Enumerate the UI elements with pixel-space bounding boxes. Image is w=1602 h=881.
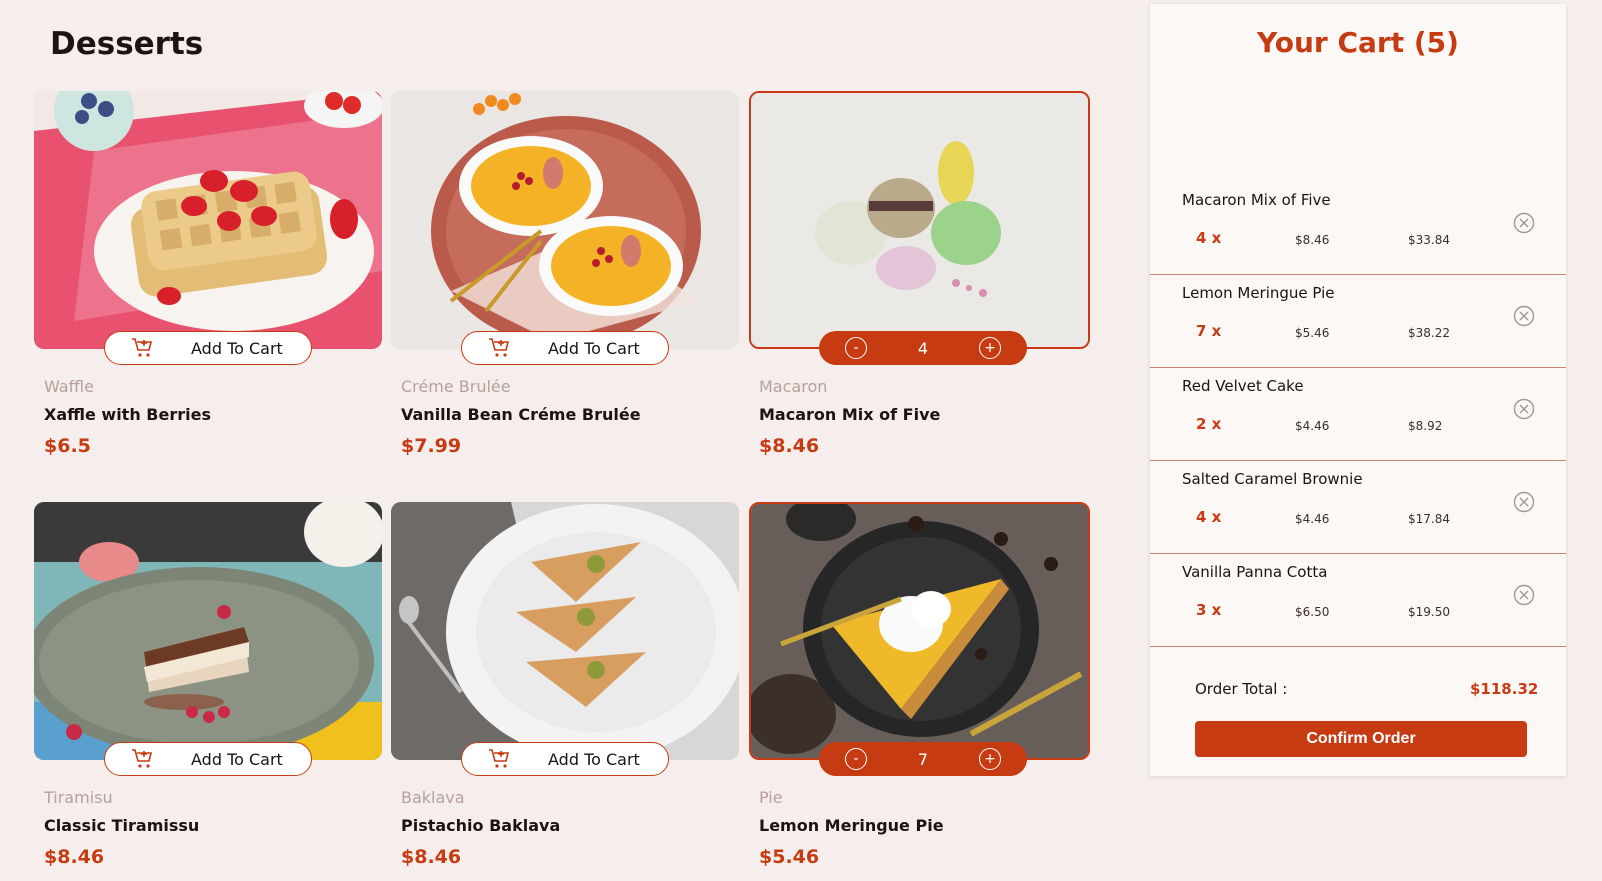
cart-item-qty: 4 x — [1196, 229, 1222, 247]
product-name: Lemon Meringue Pie — [759, 816, 944, 835]
cart-item: Vanilla Panna Cotta 3 x $6.50 $19.50 — [1150, 553, 1566, 647]
product-category: Macaron — [759, 377, 828, 396]
cart-item: Lemon Meringue Pie 7 x $5.46 $38.22 — [1150, 274, 1566, 368]
quantity-stepper: - 4 + — [819, 331, 1027, 365]
product-price: $8.46 — [44, 846, 105, 868]
order-total-label: Order Total : — [1195, 680, 1288, 698]
product-name: Classic Tiramissu — [44, 816, 200, 835]
add-to-cart-button[interactable]: Add To Cart — [104, 742, 312, 776]
quantity-value: 7 — [917, 749, 929, 769]
product-image-macaron — [749, 91, 1090, 349]
product-image-tiramisu — [34, 502, 382, 760]
cart-item-name: Macaron Mix of Five — [1182, 191, 1331, 209]
cart-item: Salted Caramel Brownie 4 x $4.46 $17.84 — [1150, 460, 1566, 554]
product-category: Pie — [759, 788, 783, 807]
cart-plus-icon — [131, 748, 155, 770]
cart-item-unit-price: $4.46 — [1295, 419, 1330, 433]
cart-item-total: $19.50 — [1408, 605, 1450, 619]
quantity-stepper: - 7 + — [819, 742, 1027, 776]
product-category: Baklava — [401, 788, 465, 807]
decrement-button[interactable]: - — [845, 337, 867, 359]
cart-item-total: $17.84 — [1408, 512, 1450, 526]
product-name: Pistachio Baklava — [401, 816, 561, 835]
product-card: - 4 + Macaron Macaron Mix of Five $8.46 — [749, 91, 1090, 457]
cart-item: Red Velvet Cake 2 x $4.46 $8.92 — [1150, 367, 1566, 461]
confirm-order-button[interactable]: Confirm Order — [1195, 721, 1527, 757]
cart-item-total: $8.92 — [1408, 419, 1443, 433]
product-price: $8.46 — [759, 435, 820, 457]
product-name: Xaffle with Berries — [44, 405, 211, 424]
quantity-value: 4 — [917, 338, 929, 358]
cart-item-unit-price: $6.50 — [1295, 605, 1330, 619]
product-image-creme-brulee — [391, 91, 739, 349]
circle-x-icon[interactable] — [1512, 583, 1536, 607]
order-total-value: $118.32 — [1470, 680, 1539, 698]
cart-plus-icon — [131, 337, 155, 359]
product-card: Add To Cart Tiramisu Classic Tiramissu $… — [34, 502, 382, 868]
cart-item-qty: 7 x — [1196, 322, 1222, 340]
product-image-pie — [749, 502, 1090, 760]
add-to-cart-button[interactable]: Add To Cart — [104, 331, 312, 365]
cart-item-qty: 2 x — [1196, 415, 1222, 433]
cart-item-unit-price: $8.46 — [1295, 233, 1330, 247]
product-price: $5.46 — [759, 846, 820, 868]
product-name: Vanilla Bean Créme Brulée — [401, 405, 641, 424]
cart-item-name: Salted Caramel Brownie — [1182, 470, 1363, 488]
circle-x-icon[interactable] — [1512, 490, 1536, 514]
product-price: $7.99 — [401, 435, 462, 457]
add-to-cart-button[interactable]: Add To Cart — [461, 742, 669, 776]
decrement-button[interactable]: - — [845, 748, 867, 770]
product-card: Add To Cart Baklava Pistachio Baklava $8… — [391, 502, 739, 868]
cart-item-qty: 4 x — [1196, 508, 1222, 526]
page-title: Desserts — [50, 26, 204, 62]
product-name: Macaron Mix of Five — [759, 405, 941, 424]
product-card: Add To Cart Waffle Xaffle with Berries $… — [34, 91, 382, 457]
circle-x-icon[interactable] — [1512, 211, 1536, 235]
cart-title: Your Cart (5) — [1257, 26, 1459, 59]
cart-plus-icon — [488, 337, 512, 359]
cart-item-total: $33.84 — [1408, 233, 1450, 247]
cart-item-name: Lemon Meringue Pie — [1182, 284, 1335, 302]
cart-item-qty: 3 x — [1196, 601, 1222, 619]
cart-item-unit-price: $4.46 — [1295, 512, 1330, 526]
product-card: Add To Cart Créme Brulée Vanilla Bean Cr… — [391, 91, 739, 457]
cart-item: Macaron Mix of Five 4 x $8.46 $33.84 — [1150, 181, 1566, 275]
cart-panel: Your Cart (5) Macaron Mix of Five 4 x $8… — [1150, 4, 1566, 776]
cart-item-total: $38.22 — [1408, 326, 1450, 340]
increment-button[interactable]: + — [979, 337, 1001, 359]
cart-item-name: Vanilla Panna Cotta — [1182, 563, 1328, 581]
add-to-cart-button[interactable]: Add To Cart — [461, 331, 669, 365]
product-price: $6.5 — [44, 435, 91, 457]
cart-item-unit-price: $5.46 — [1295, 326, 1330, 340]
product-category: Waffle — [44, 377, 94, 396]
circle-x-icon[interactable] — [1512, 397, 1536, 421]
circle-x-icon[interactable] — [1512, 304, 1536, 328]
cart-plus-icon — [488, 748, 512, 770]
product-price: $8.46 — [401, 846, 462, 868]
product-card: - 7 + Pie Lemon Meringue Pie $5.46 — [749, 502, 1090, 868]
product-image-waffle — [34, 91, 382, 349]
cart-item-name: Red Velvet Cake — [1182, 377, 1304, 395]
increment-button[interactable]: + — [979, 748, 1001, 770]
product-image-baklava — [391, 502, 739, 760]
product-category: Créme Brulée — [401, 377, 511, 396]
product-category: Tiramisu — [44, 788, 113, 807]
